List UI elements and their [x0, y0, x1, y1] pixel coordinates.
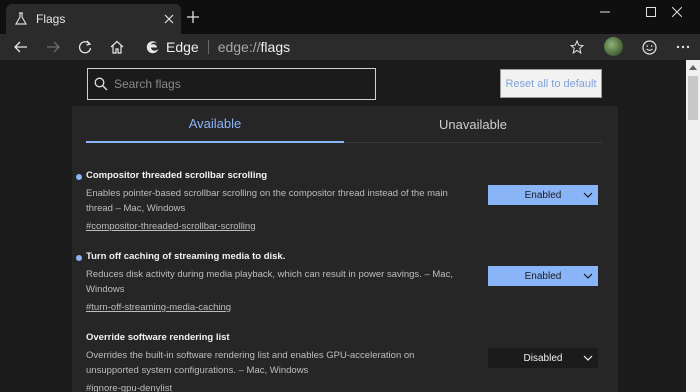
address-separator [207, 40, 209, 54]
minimize-icon[interactable] [582, 0, 628, 24]
flag-state-value: Enabled [524, 189, 562, 201]
flag-item: Compositor threaded scrollbar scrolling … [76, 170, 602, 234]
more-menu-icon[interactable] [670, 35, 696, 59]
flag-state-select[interactable]: Enabled [488, 185, 598, 205]
search-icon [94, 77, 108, 91]
browser-toolbar: Edge edge://flags [0, 34, 700, 60]
flag-item: Turn off caching of streaming media to d… [76, 251, 602, 315]
site-name: Edge [166, 39, 199, 55]
flags-tab-bar: Available Unavailable [86, 106, 602, 143]
url-host: flags [260, 39, 291, 55]
flag-link[interactable]: #compositor-threaded-scrollbar-scrolling [86, 219, 255, 234]
close-tab-icon[interactable] [157, 7, 181, 31]
flags-header: Reset all to default [0, 60, 686, 106]
new-tab-icon[interactable] [183, 6, 203, 28]
home-icon[interactable] [104, 35, 130, 59]
window-close-icon[interactable] [654, 0, 700, 24]
chevron-down-icon [583, 192, 593, 198]
scroll-up-arrow-icon[interactable] [686, 60, 700, 74]
flag-state-value: Enabled [524, 270, 562, 282]
flag-title: Turn off caching of streaming media to d… [86, 251, 286, 262]
chevron-down-icon [583, 273, 593, 279]
flag-link[interactable]: #turn-off-streaming-media-caching [86, 300, 231, 315]
scrollbar-thumb[interactable] [688, 76, 698, 120]
flag-state-select[interactable]: Enabled [488, 266, 598, 286]
flag-state-value: Disabled [523, 352, 563, 364]
flags-panel: Available Unavailable Compositor threade… [72, 106, 618, 392]
tab-strip: Flags [0, 0, 700, 34]
back-arrow-icon[interactable] [8, 35, 34, 59]
reset-all-button[interactable]: Reset all to default [500, 69, 602, 98]
tab-available[interactable]: Available [86, 106, 344, 143]
search-box[interactable] [87, 68, 376, 100]
page-scrollbar[interactable] [686, 60, 700, 392]
url-scheme: edge:// [217, 39, 261, 55]
edge-logo-icon [146, 41, 159, 54]
flask-icon [14, 12, 28, 25]
flag-description: Overrides the built-in software renderin… [86, 350, 415, 376]
url-text[interactable]: edge://flags [218, 39, 290, 55]
flag-item: Override software rendering list Overrid… [86, 332, 602, 392]
profile-avatar[interactable] [604, 37, 623, 56]
flag-link[interactable]: #ignore-gpu-denylist [86, 381, 172, 392]
flag-title: Compositor threaded scrollbar scrolling [86, 170, 268, 181]
search-input[interactable] [114, 77, 354, 91]
tab-title: Flags [36, 12, 66, 26]
tab-unavailable[interactable]: Unavailable [344, 106, 602, 143]
favorite-star-icon[interactable] [564, 35, 590, 59]
modified-indicator [76, 255, 82, 261]
flag-description: Enables pointer-based scrollbar scrollin… [86, 188, 448, 214]
browser-tab[interactable]: Flags [6, 4, 181, 34]
flag-state-select[interactable]: Disabled [488, 348, 598, 368]
modified-indicator [76, 174, 82, 180]
forward-arrow-icon[interactable] [40, 35, 66, 59]
refresh-icon[interactable] [72, 35, 98, 59]
flags-page: Reset all to default Available Unavailab… [0, 60, 686, 392]
flag-title: Override software rendering list [86, 332, 230, 343]
flag-description: Reduces disk activity during media playb… [86, 269, 453, 295]
address-bar[interactable]: Edge edge://flags [136, 35, 592, 59]
chevron-down-icon [583, 355, 593, 361]
feedback-smiley-icon[interactable] [636, 35, 662, 59]
